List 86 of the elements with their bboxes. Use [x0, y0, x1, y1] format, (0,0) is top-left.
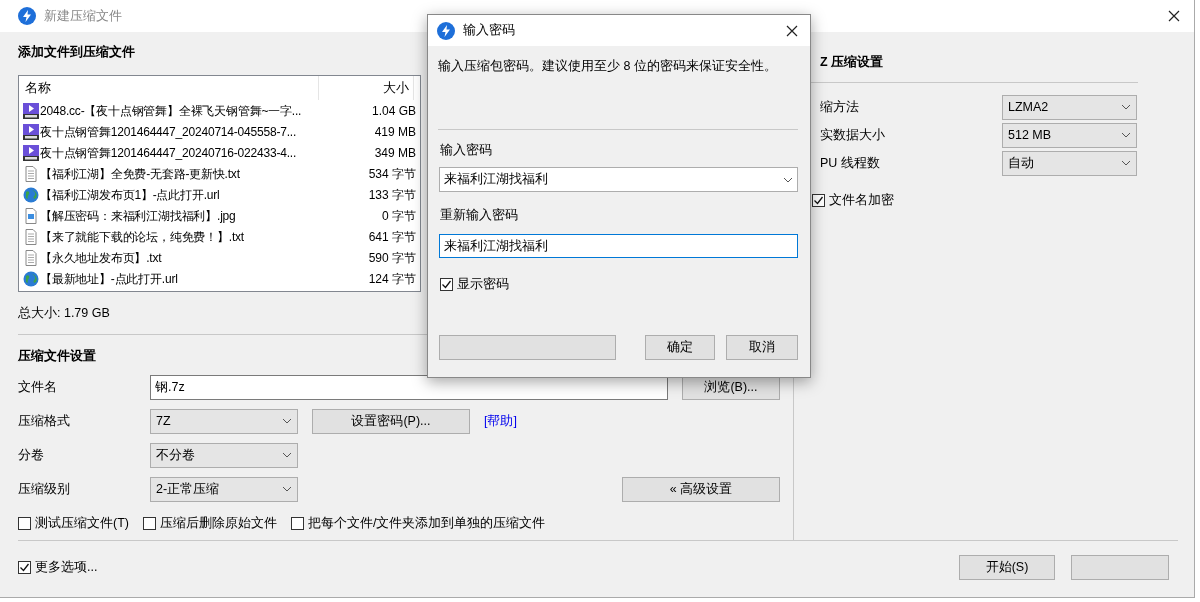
chevron-icon: [1121, 104, 1131, 110]
dropdown[interactable]: 自动: [1002, 150, 1137, 176]
window-title: 新建压缩文件: [44, 7, 122, 26]
file-name[interactable]: 【永久地址发布页】.txt: [40, 248, 162, 267]
total-size: 总大小: 1.79 GB: [18, 306, 110, 320]
checkbox-label: 显示密码: [457, 276, 509, 293]
column-header[interactable]: 大小: [319, 76, 414, 100]
file-name[interactable]: 2048.cc-【夜十点钢管舞】全裸飞天钢管舞~一字...: [40, 101, 302, 120]
chevron-icon: [783, 176, 793, 183]
checkbox-label: 压缩后删除原始文件: [159, 514, 277, 532]
field-label: 分卷: [18, 446, 45, 464]
globe-icon: [23, 270, 39, 287]
dropdown[interactable]: 2-正常压缩: [150, 476, 298, 502]
document-icon: [23, 228, 39, 245]
checkbox[interactable]: [440, 277, 453, 291]
checkbox-label: 更多选项...: [35, 558, 98, 576]
field-label: 输入密码: [439, 142, 493, 159]
help-link[interactable]: [帮助]: [484, 411, 517, 431]
file-size: 534 字节: [368, 166, 416, 181]
file-name[interactable]: 【福利江湖】全免费-无套路-更新快.txt: [40, 164, 240, 183]
app-logo-icon: [18, 7, 36, 25]
file-size: 0 字节: [382, 208, 416, 223]
password-field[interactable]: 来福利江湖找福利: [439, 167, 798, 192]
ok-button[interactable]: 确定: [645, 334, 715, 360]
chevron-icon: [282, 486, 292, 492]
field-label: 压缩级别: [18, 480, 71, 498]
section-heading: Z 压缩设置: [819, 54, 885, 70]
file-name[interactable]: 夜十点钢管舞1201464447_20240714-045558-7...: [40, 122, 297, 141]
chevron-icon: [282, 452, 292, 458]
field-label: 缩方法: [820, 98, 860, 116]
field-label: 重新输入密码: [439, 207, 519, 224]
checkbox[interactable]: [18, 516, 31, 530]
input-field[interactable]: 钢.7z: [150, 374, 668, 400]
file-name[interactable]: 【解压密码：来福利江湖找福利】.jpg: [40, 206, 236, 225]
tick-icon: [19, 561, 30, 573]
field-label: 实数据大小: [820, 126, 886, 144]
dialog-title: 输入密码: [463, 22, 515, 40]
close-icon: [1168, 10, 1180, 22]
section-heading: 添加文件到压缩文件: [18, 44, 136, 60]
field-label: 文件名: [18, 378, 58, 396]
video-file-icon: [23, 102, 39, 119]
checkbox-label: 把每个文件/文件夹添加到单独的压缩文件: [307, 514, 546, 532]
password-field[interactable]: 来福利江湖找福利: [439, 234, 798, 258]
file-size: 641 字节: [368, 229, 416, 244]
video-file-icon: [23, 123, 39, 140]
chevron-icon: [282, 418, 292, 424]
password-button[interactable]: 设置密码(P)...: [312, 408, 470, 434]
section-heading: 压缩文件设置: [18, 348, 97, 364]
dropdown[interactable]: 不分卷: [150, 442, 298, 468]
file-size: 590 字节: [368, 250, 416, 265]
checkbox-label: 文件名加密: [829, 192, 894, 209]
tick-icon: [813, 194, 824, 206]
document-icon: [23, 165, 39, 182]
advanced-settings-button[interactable]: « 高级设置: [622, 476, 780, 502]
document-icon: [23, 249, 39, 266]
field-label: 压缩格式: [18, 412, 71, 430]
checkbox[interactable]: [142, 516, 156, 530]
file-name[interactable]: 【来了就能下载的论坛，纯免费！】.txt: [40, 227, 244, 246]
start-button[interactable]: 开始(S): [959, 554, 1055, 580]
file-name[interactable]: 夜十点钢管舞1201464447_20240716-022433-4...: [40, 143, 297, 162]
globe-icon: [23, 186, 39, 203]
tick-icon: [441, 278, 452, 290]
checkbox[interactable]: [812, 193, 825, 207]
dropdown[interactable]: 7Z: [150, 408, 298, 434]
file-size: 349 MB: [374, 145, 416, 160]
file-size: 419 MB: [374, 124, 416, 139]
checkbox[interactable]: [290, 516, 304, 530]
file-name[interactable]: 【福利江湖发布页1】-点此打开.url: [40, 185, 220, 204]
chevron-icon: [1121, 160, 1131, 166]
column-header[interactable]: 名称: [19, 76, 319, 100]
app-logo-icon: [437, 21, 455, 40]
video-file-icon: [23, 144, 39, 161]
field-label: PU 线程数: [820, 154, 881, 172]
dropdown[interactable]: LZMA2: [1002, 94, 1137, 120]
image-file-icon: [23, 207, 39, 224]
checkbox[interactable]: [18, 560, 31, 574]
file-name[interactable]: 【最新地址】-点此打开.url: [40, 269, 178, 288]
checkbox-label: 测试压缩文件(T): [35, 514, 129, 532]
chevron-icon: [1121, 132, 1131, 138]
file-size: 133 字节: [368, 187, 416, 202]
close-icon: [786, 24, 798, 37]
dropdown[interactable]: 512 MB: [1002, 122, 1137, 148]
cancel-button[interactable]: 取消: [726, 334, 798, 360]
file-size: 124 字节: [368, 271, 416, 286]
message-text: 输入压缩包密码。建议使用至少 8 位的密码来保证安全性。: [438, 58, 778, 75]
file-size: 1.04 GB: [371, 103, 416, 118]
